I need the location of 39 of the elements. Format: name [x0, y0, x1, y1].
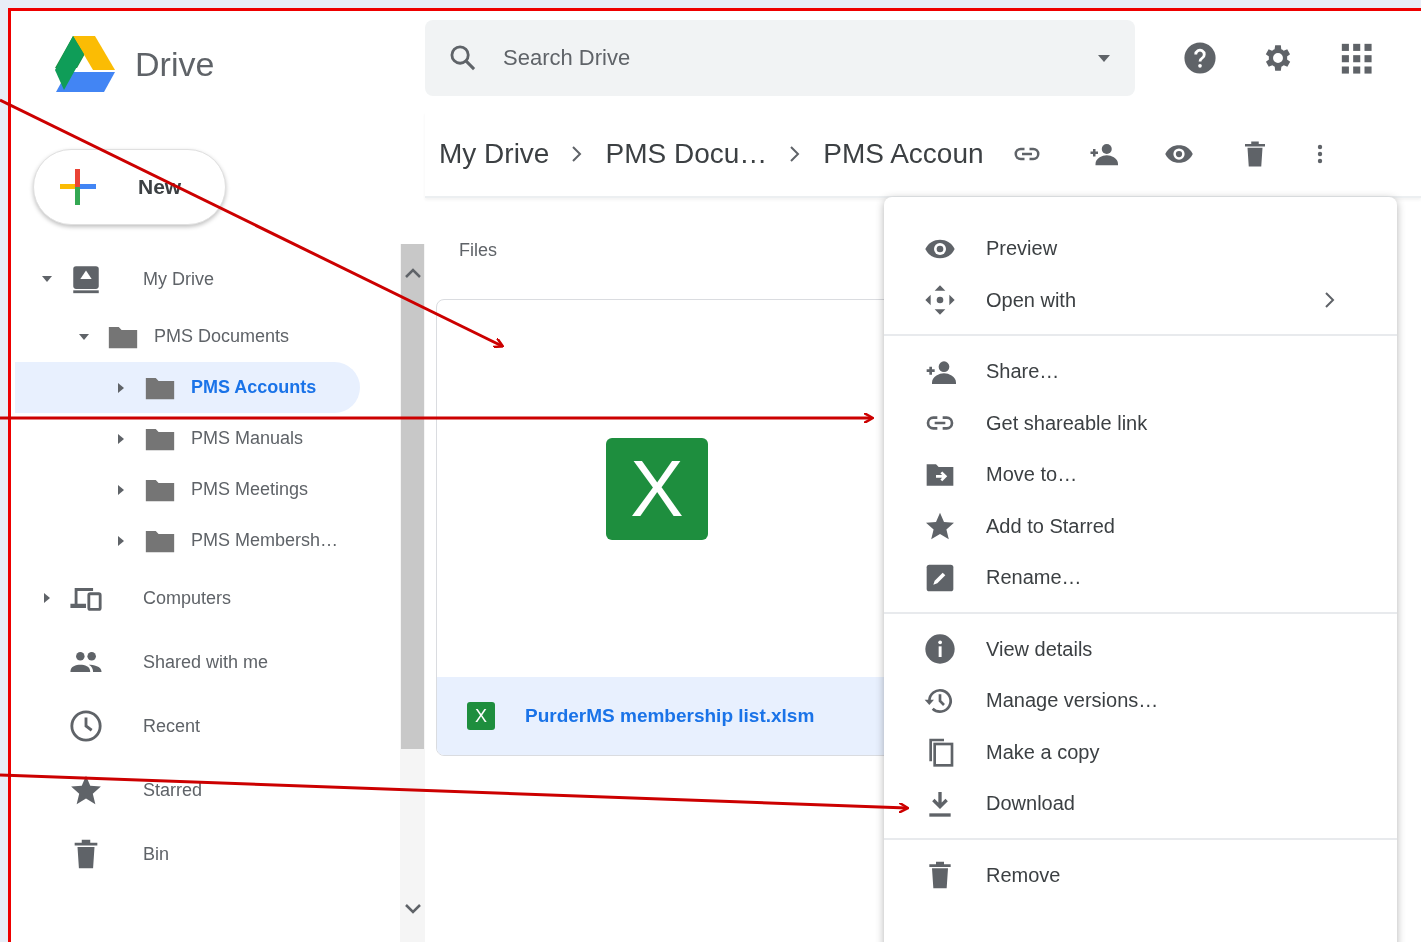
search-input[interactable]: Search Drive [501, 44, 1073, 72]
menu-item[interactable]: Preview [884, 223, 1397, 275]
help-icon [1183, 41, 1217, 75]
apps-icon [1339, 41, 1373, 75]
breadcrumb-item[interactable]: My Drive [439, 138, 550, 170]
search-field[interactable]: Search Drive [425, 20, 1135, 96]
sidebar-item[interactable]: Recent [15, 694, 360, 758]
spreadsheet-icon: X [606, 437, 708, 540]
menu-item[interactable]: Remove [884, 849, 1397, 901]
chevron-right-icon [1324, 291, 1336, 310]
sidebar-item[interactable]: Bin [15, 822, 360, 886]
sidebar-item[interactable]: Computers [15, 566, 360, 630]
scrollbar[interactable] [400, 244, 425, 942]
sidebar-item[interactable]: Starred [15, 758, 360, 822]
sidebar-item[interactable]: PMS Meetings [15, 464, 360, 515]
drive-logo-icon [53, 36, 115, 92]
scroll-up-icon[interactable] [404, 266, 422, 280]
breadcrumb-item[interactable]: PMS Docu… [605, 138, 768, 170]
info-icon [924, 633, 956, 666]
plus-icon [58, 167, 98, 207]
dropdown-caret-icon[interactable] [1097, 53, 1111, 63]
clock-icon [69, 709, 103, 743]
file-name: PurderMS membership list.xlsm [525, 705, 815, 727]
arrows-icon [924, 284, 956, 317]
section-label: Files [459, 240, 497, 261]
sidebar-item[interactable]: My Drive [15, 247, 360, 311]
sidebar-item[interactable]: Shared with me [15, 630, 360, 694]
spreadsheet-icon: X [467, 702, 495, 730]
sidebar-item[interactable]: PMS Manuals [15, 413, 360, 464]
menu-item[interactable]: Download [884, 778, 1397, 830]
sidebar-item[interactable]: PMS Accounts [15, 362, 360, 413]
chevron-right-icon [789, 145, 802, 163]
chevron-right-icon [571, 145, 584, 163]
scroll-down-icon[interactable] [404, 902, 422, 916]
sidebar-item[interactable]: PMS Membersh… [15, 515, 360, 566]
search-icon[interactable] [449, 44, 477, 72]
sidebar-item[interactable]: PMS Documents [15, 311, 360, 362]
app-name: Drive [135, 44, 215, 84]
breadcrumb-item[interactable]: PMS Accoun [823, 138, 984, 170]
